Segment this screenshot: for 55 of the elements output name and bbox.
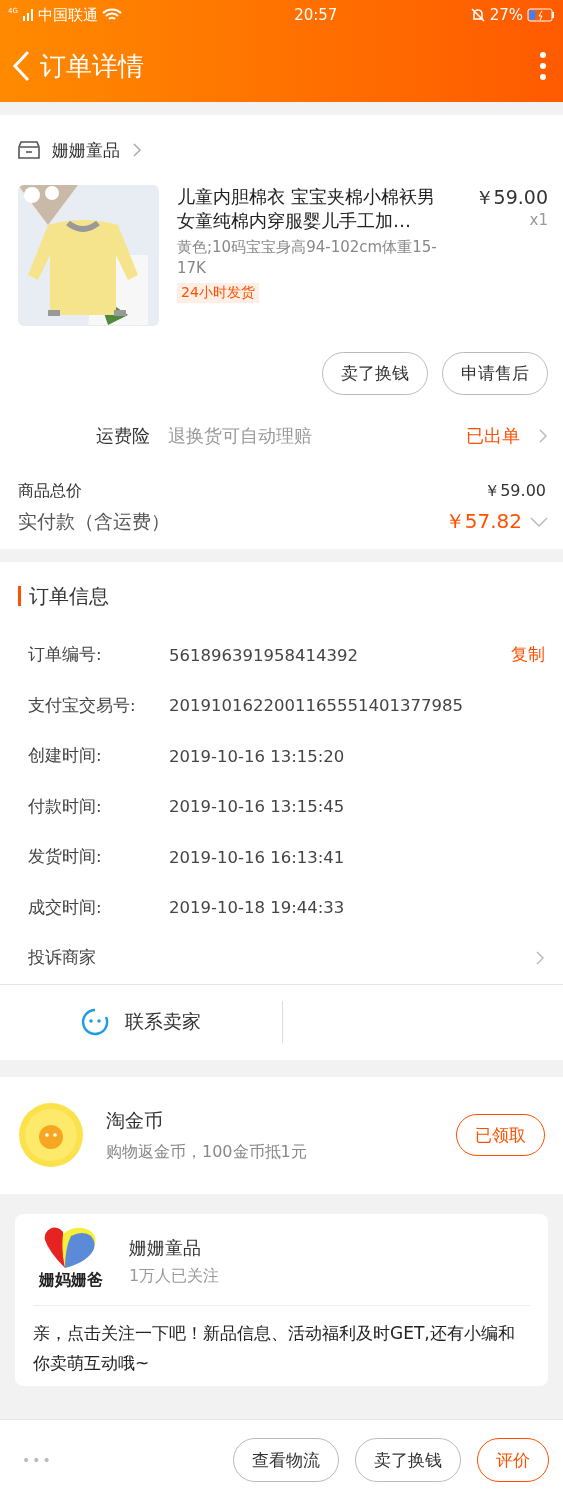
field-label: 付款时间: [28, 795, 103, 818]
back-icon[interactable] [12, 50, 30, 82]
total-value: ￥59.00 [484, 481, 546, 502]
follower-count: 1万人已关注 [129, 1265, 220, 1287]
chevron-right-icon [132, 142, 142, 158]
field-label: 创建时间: [28, 745, 103, 768]
mute-icon [469, 7, 486, 23]
paid-amount: ￥57.82 [444, 508, 522, 535]
wifi-icon [101, 8, 122, 22]
field-value: 2019-10-16 13:15:20 [169, 746, 346, 766]
chevron-right-icon [538, 428, 548, 444]
clock-time: 20:57 [293, 6, 338, 24]
page-title: 订单详情 [40, 49, 144, 83]
coins-title: 淘金币 [106, 1107, 164, 1133]
carrier-name: 中国联通 [37, 5, 98, 25]
field-label: 成交时间: [28, 896, 103, 919]
more-icon[interactable] [539, 51, 547, 81]
chevron-down-icon[interactable] [530, 516, 548, 527]
shop-icon [18, 140, 40, 160]
action-button[interactable]: 查看物流 [233, 1438, 339, 1482]
field-label: 发货时间: [28, 846, 103, 869]
battery-percent: 27% [489, 6, 523, 24]
action-button[interactable]: 申请售后 [442, 352, 548, 395]
shop-name[interactable]: 姗姗童品 [129, 1235, 220, 1260]
field-value: 561896391958414392 [169, 645, 359, 665]
field-label: 订单编号: [28, 644, 103, 667]
insurance-description: 退换货可自动理赔 [168, 424, 313, 448]
complaint-link[interactable]: 投诉商家 [28, 947, 96, 970]
chevron-right-icon [535, 950, 545, 967]
product-variant: 黄色;10码宝宝身高94-102cm体重15-17K [177, 237, 438, 279]
product-title[interactable]: 儿童内胆棉衣 宝宝夹棉小棉袄男女童纯棉内穿服婴儿手工加… [177, 185, 449, 233]
product-quantity: x1 [529, 211, 548, 229]
action-button[interactable]: 卖了换钱 [322, 352, 428, 395]
contact-seller-button[interactable]: 联系卖家 [0, 1007, 282, 1037]
field-label: 支付宝交易号: [28, 694, 137, 717]
paid-label: 实付款（含运费） [18, 508, 171, 534]
follow-message: 亲，点击关注一下吧！新品信息、活动福利及时GET,还有小编和你卖萌互动哦~ [33, 1321, 516, 1375]
shop-name[interactable]: 姗姗童品 [52, 138, 120, 162]
shipping-tag: 24小时发货 [177, 283, 259, 303]
battery-icon [527, 8, 555, 22]
field-value: 2019-10-16 13:15:45 [169, 797, 346, 817]
total-label: 商品总价 [18, 481, 82, 502]
logo-text: 姗妈姗爸 [39, 1269, 103, 1291]
insurance-label: 运费险 [96, 424, 150, 448]
chat-icon [81, 1008, 109, 1036]
product-price: ￥59.00 [474, 185, 548, 210]
field-value: 2019-10-18 19:44:33 [169, 898, 346, 918]
accent-bar [18, 586, 21, 606]
section-title: 订单信息 [29, 582, 109, 610]
field-value: 2019-10-16 16:13:41 [169, 847, 346, 867]
coin-icon [18, 1102, 84, 1168]
coins-description: 购物返金币，100金币抵1元 [106, 1141, 308, 1163]
action-button[interactable]: 卖了换钱 [355, 1438, 461, 1482]
signal-icon [21, 9, 34, 21]
field-value: 2019101622001165551401377985 [169, 696, 464, 716]
